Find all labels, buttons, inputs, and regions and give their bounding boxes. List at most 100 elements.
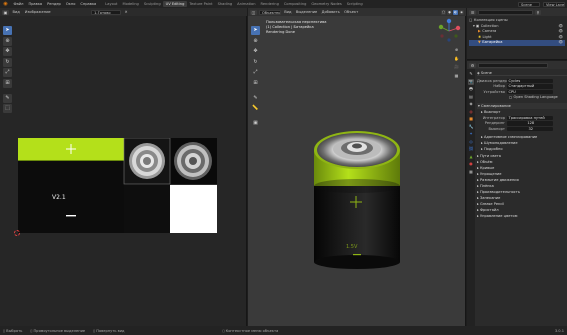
workspace-tab-uv-editing[interactable]: UV Editing [163,1,187,7]
image-image-menu[interactable]: Изображение [23,10,52,15]
shading-material-icon[interactable]: ◐ [453,9,458,15]
viewport-object-menu[interactable]: Объект [343,10,359,15]
particles-tab-icon[interactable]: ✦ [468,131,474,137]
render-engine-dropdown[interactable]: Cycles [507,78,553,83]
device-dropdown[interactable]: CPU [507,89,553,94]
render-tab-icon[interactable]: 📷 [468,78,474,85]
chevron-down-icon[interactable]: ▾ [473,24,475,30]
view-layer-selector[interactable]: View Layer [543,1,565,7]
object-tab-icon[interactable]: ■ [468,116,474,122]
workspace-tab-sculpting[interactable]: Sculpting [141,1,163,7]
workspace-tab-layout[interactable]: Layout [103,1,120,7]
blender-logo-icon[interactable]: ◉ [2,1,9,7]
scene-tab-icon[interactable]: ◈ [468,101,474,107]
shading-wireframe-icon[interactable]: ◯ [441,9,446,15]
modifier-tab-icon[interactable]: 🔧 [468,124,474,130]
menu-file[interactable]: Файл [11,2,26,6]
outliner-search-input[interactable] [478,9,533,15]
shading-rendered-icon[interactable]: ◉ [459,9,464,15]
pan-hand-icon[interactable]: ✋ [453,54,460,62]
properties-search-input[interactable] [478,62,548,68]
texture-tab-icon[interactable]: ▦ [468,169,474,175]
image-editor-header: ▣ Вид Изображение 1.Готово ✕ [0,8,247,16]
viewport-samples-field[interactable]: 32 [507,126,553,131]
collection-icon: ▢ [469,18,473,22]
tool-tab-icon[interactable]: ✎ [468,71,474,77]
workspace-tab-compositing[interactable]: Compositing [281,1,309,7]
workspace-tab-rendering[interactable]: Rendering [258,1,281,7]
cursor-tool-icon[interactable]: ⊕ [251,36,260,46]
properties-header: ⚙ [467,61,567,69]
properties-panel: ⚙ ✎ 📷 🖶 ▤ ◈ ◍ ■ 🔧 ✦ ◎ ⛓ ▲ ● ▦ ◈ Scene Дв… [467,61,567,326]
editor-type-icon[interactable]: ▣ [2,9,9,15]
visibility-eye-icon[interactable]: 👁 [558,40,565,46]
transform-tool-icon[interactable]: ⊞ [251,78,260,88]
editor-type-icon[interactable]: ☰ [469,9,476,15]
menu-help[interactable]: Справка [78,2,99,6]
select-tool-icon[interactable]: ➤ [251,26,260,35]
3d-viewport[interactable]: ◫ Объектный ... Вид Выделение Добавить О… [248,8,466,326]
outliner-row-battery[interactable]: ▼ Батарейка 👁 [469,40,565,46]
viewport-select-menu[interactable]: Выделение [295,10,319,15]
image-view-menu[interactable]: Вид [11,10,21,15]
annotate-tool-icon[interactable]: ✎ [251,93,260,103]
viewport-add-menu[interactable]: Добавить [320,10,340,15]
select-tool-icon[interactable]: ➤ [3,26,12,35]
navigation-gizmo[interactable] [436,18,462,44]
workspace-tab-animation[interactable]: Animation [235,1,258,7]
workspace-tab-texture-paint[interactable]: Texture Paint [187,1,215,7]
camera-view-icon[interactable]: 🎥 [453,63,460,70]
viewport-samples-row: Вьюпорт 32 [477,126,567,132]
output-tab-icon[interactable]: 🖶 [468,86,474,92]
world-tab-icon[interactable]: ◍ [468,109,474,115]
cursor-tool-icon[interactable]: ⊕ [3,36,12,46]
constraints-tab-icon[interactable]: ⛓ [468,146,474,152]
section-color-management[interactable]: ▸ Управление цветом [477,213,567,219]
workspace-tab-scripting[interactable]: Scripting [344,1,365,7]
rotate-tool-icon[interactable]: ↻ [251,57,260,67]
zoom-icon[interactable]: ⊕ [453,46,460,53]
image-toolbar: ➤ ⊕ ✥ ↻ ⤢ ⊞ ✎ ⬚ [3,26,12,113]
workspace-tab-shading[interactable]: Shading [215,1,235,7]
menu-render[interactable]: Рендер [45,2,64,6]
annotate-tool-icon[interactable]: ✎ [3,93,12,103]
viewport-view-menu[interactable]: Вид [283,10,293,15]
editor-type-icon[interactable]: ⚙ [469,62,476,68]
workspace-tab-modeling[interactable]: Modeling [120,1,141,7]
shading-solid-icon[interactable]: ● [447,9,452,15]
rotate-tool-icon[interactable]: ↻ [3,57,12,67]
viewport-toolbar: ➤ ⊕ ✥ ↻ ⤢ ⊞ ✎ 📏 ▣ [251,26,260,128]
view-layer-tab-icon[interactable]: ▤ [468,94,474,100]
image-close-icon[interactable]: ✕ [123,10,129,15]
render-samples-field[interactable]: 128 [507,121,553,126]
transform-tool-icon[interactable]: ⊞ [3,78,12,88]
move-tool-icon[interactable]: ✥ [3,47,12,56]
advanced-subsection[interactable]: ▸ Подробно [477,146,567,152]
menu-edit[interactable]: Правка [26,2,45,6]
add-cube-tool-icon[interactable]: ▣ [251,119,260,128]
move-tool-icon[interactable]: ✥ [251,47,260,56]
osl-checkbox[interactable] [509,95,512,99]
material-tab-icon[interactable]: ● [468,161,474,167]
grab-tool-icon[interactable]: ⬚ [3,104,12,113]
scale-tool-icon[interactable]: ⤢ [251,68,260,77]
image-name-field[interactable]: 1.Готово [91,9,122,15]
feature-set-dropdown[interactable]: Стандартный [507,84,553,89]
scale-tool-icon[interactable]: ⤢ [3,68,12,77]
editor-type-icon[interactable]: ◫ [250,9,257,15]
integrator-label: Интегратор [482,115,505,120]
render-engine-label: Движок рендера [477,78,510,83]
measure-tool-icon[interactable]: 📏 [251,104,260,113]
workspace-tab-geometry-nodes[interactable]: Geometry Nodes [309,1,344,7]
data-tab-icon[interactable]: ▲ [468,154,474,160]
physics-tab-icon[interactable]: ◎ [468,139,474,145]
texture-image [18,138,217,233]
scene-selector[interactable]: Scene [518,1,540,7]
filter-icon[interactable]: ⚲ [535,9,541,15]
mode-selector[interactable]: Объектный ... [259,9,281,15]
2d-cursor-icon[interactable] [14,230,20,236]
perspective-toggle-icon[interactable]: ▦ [453,71,460,79]
integrator-dropdown[interactable]: Трассировка путей [507,115,553,120]
properties-context-title: ◈ Scene [477,70,567,76]
menu-window[interactable]: Окно [63,2,78,6]
